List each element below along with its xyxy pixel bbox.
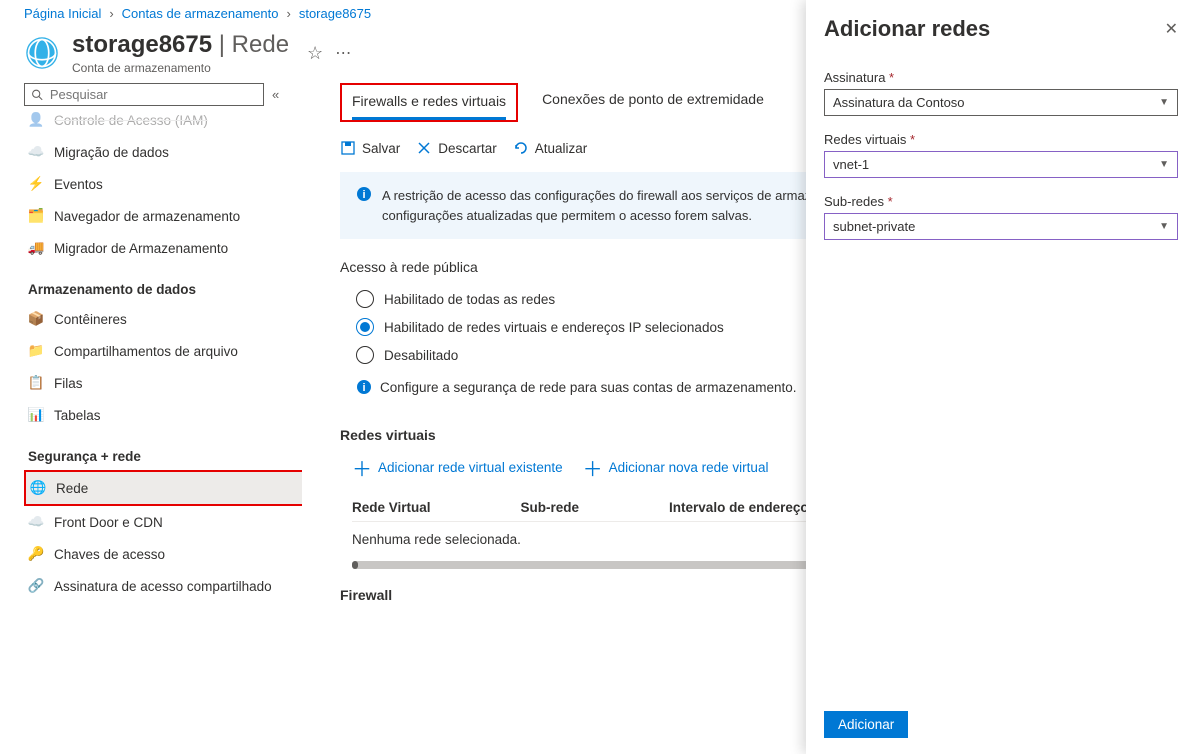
sidebar-item-browser[interactable]: 🗂️Navegador de armazenamento bbox=[24, 200, 298, 232]
page-title: storage8675 | Rede bbox=[72, 31, 289, 59]
sidebar-item-sas[interactable]: 🔗Assinatura de acesso compartilhado bbox=[24, 570, 298, 602]
col-vnet: Rede Virtual bbox=[352, 500, 431, 515]
radio-icon bbox=[356, 290, 374, 308]
discard-button[interactable]: Descartar bbox=[416, 140, 497, 156]
panel-title: Adicionar redes bbox=[824, 16, 990, 42]
subscription-label: Assinatura * bbox=[824, 70, 1178, 85]
cloud-upload-icon: ☁️ bbox=[28, 144, 44, 160]
svg-text:i: i bbox=[362, 189, 365, 201]
breadcrumb-home[interactable]: Página Inicial bbox=[24, 6, 101, 21]
sidebar-item-migration[interactable]: ☁️Migração de dados bbox=[24, 136, 298, 168]
sidebar-item-events[interactable]: ⚡Eventos bbox=[24, 168, 298, 200]
close-icon bbox=[416, 140, 432, 156]
plus-icon: ＋ bbox=[583, 453, 603, 482]
more-menu-icon[interactable]: ⋯ bbox=[335, 43, 351, 63]
sidebar-section-security: Segurança + rede bbox=[24, 431, 298, 470]
info-icon: i bbox=[356, 379, 372, 395]
person-icon: 👤 bbox=[28, 112, 44, 128]
sidebar-item-queues[interactable]: 📋Filas bbox=[24, 367, 298, 399]
subnet-dropdown[interactable]: subnet-private▼ bbox=[824, 213, 1178, 240]
sidebar-section-data: Armazenamento de dados bbox=[24, 264, 298, 303]
container-icon: 📦 bbox=[28, 311, 44, 327]
sidebar-scroll[interactable]: 👤Controle de Acesso (IAM) ☁️Migração de … bbox=[24, 110, 302, 720]
add-button[interactable]: Adicionar bbox=[824, 711, 908, 738]
sidebar-item-migrator[interactable]: 🚚Migrador de Armazenamento bbox=[24, 232, 298, 264]
chevron-down-icon: ▼ bbox=[1159, 221, 1169, 232]
vnet-dropdown[interactable]: vnet-1▼ bbox=[824, 151, 1178, 178]
breadcrumb-resource[interactable]: storage8675 bbox=[299, 6, 371, 21]
sidebar-item-containers[interactable]: 📦Contêineres bbox=[24, 303, 298, 335]
chevron-down-icon: ▼ bbox=[1159, 159, 1169, 170]
queue-icon: 📋 bbox=[28, 375, 44, 391]
breadcrumb-accounts[interactable]: Contas de armazenamento bbox=[122, 6, 279, 21]
key-icon: 🔑 bbox=[28, 546, 44, 562]
sidebar-search[interactable] bbox=[24, 83, 264, 106]
sidebar-item-tables[interactable]: 📊Tabelas bbox=[24, 399, 298, 431]
table-icon: 📊 bbox=[28, 407, 44, 423]
refresh-button[interactable]: Atualizar bbox=[513, 140, 588, 156]
save-button[interactable]: Salvar bbox=[340, 140, 400, 156]
chevron-down-icon: ▼ bbox=[1159, 97, 1169, 108]
chevron-right-icon: › bbox=[109, 6, 113, 21]
sidebar-item-fileshares[interactable]: 📁Compartilhamentos de arquivo bbox=[24, 335, 298, 367]
subscription-dropdown[interactable]: Assinatura da Contoso▼ bbox=[824, 89, 1178, 116]
save-icon bbox=[340, 140, 356, 156]
lightning-icon: ⚡ bbox=[28, 176, 44, 192]
storage-account-icon bbox=[24, 35, 60, 71]
subnet-label: Sub-redes * bbox=[824, 194, 1178, 209]
collapse-sidebar-icon[interactable]: « bbox=[272, 87, 279, 102]
globe-icon: 🌐 bbox=[30, 480, 46, 496]
plus-icon: ＋ bbox=[352, 453, 372, 482]
tab-private-endpoints[interactable]: Conexões de ponto de extremidade bbox=[542, 83, 764, 122]
add-networks-panel: Adicionar redes ✕ Assinatura * Assinatur… bbox=[806, 0, 1196, 754]
col-range: Intervalo de endereços bbox=[669, 500, 816, 515]
sidebar-item-network[interactable]: 🌐Rede bbox=[26, 472, 302, 504]
link-icon: 🔗 bbox=[28, 578, 44, 594]
search-input[interactable] bbox=[50, 87, 257, 102]
truck-icon: 🚚 bbox=[28, 240, 44, 256]
add-new-vnet-button[interactable]: ＋Adicionar nova rede virtual bbox=[583, 453, 769, 482]
col-subnet: Sub-rede bbox=[521, 500, 580, 515]
radio-icon bbox=[356, 346, 374, 364]
close-panel-button[interactable]: ✕ bbox=[1165, 19, 1178, 39]
folder-icon: 🗂️ bbox=[28, 208, 44, 224]
refresh-icon bbox=[513, 140, 529, 156]
sidebar-item-frontdoor[interactable]: ☁️Front Door e CDN bbox=[24, 506, 298, 538]
chevron-right-icon: › bbox=[286, 6, 290, 21]
radio-checked-icon bbox=[356, 318, 374, 336]
favorite-star-icon[interactable]: ☆ bbox=[307, 43, 323, 64]
page-subtitle: Conta de armazenamento bbox=[72, 61, 289, 75]
sidebar-item-keys[interactable]: 🔑Chaves de acesso bbox=[24, 538, 298, 570]
info-icon: i bbox=[356, 186, 372, 225]
search-icon bbox=[31, 88, 44, 102]
files-icon: 📁 bbox=[28, 343, 44, 359]
sidebar-item-iam[interactable]: 👤Controle de Acesso (IAM) bbox=[24, 110, 298, 136]
add-existing-vnet-button[interactable]: ＋Adicionar rede virtual existente bbox=[352, 453, 563, 482]
cdn-icon: ☁️ bbox=[28, 514, 44, 530]
vnet-label: Redes virtuais * bbox=[824, 132, 1178, 147]
tab-firewalls[interactable]: Firewalls e redes virtuais bbox=[352, 85, 506, 120]
svg-text:i: i bbox=[362, 382, 365, 394]
sidebar: « 👤Controle de Acesso (IAM) ☁️Migração d… bbox=[0, 83, 310, 720]
